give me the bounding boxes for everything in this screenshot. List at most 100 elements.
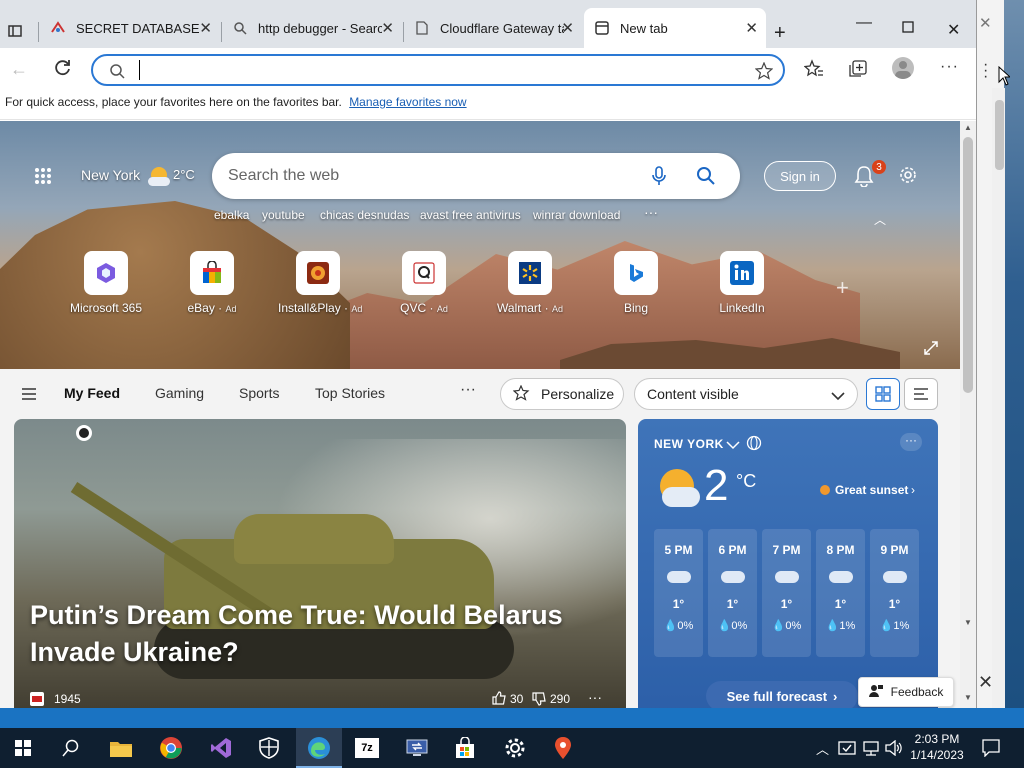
see-full-forecast-button[interactable]: See full forecast › xyxy=(706,681,858,708)
quicklink-microsoft365[interactable]: Microsoft 365 xyxy=(66,251,146,315)
tab-new-tab[interactable]: New tab ✕ xyxy=(584,8,766,48)
manage-favorites-link[interactable]: Manage favorites now xyxy=(349,95,466,109)
trending-search[interactable]: winrar download xyxy=(533,208,620,222)
address-bar[interactable] xyxy=(91,54,785,86)
refresh-icon[interactable] xyxy=(54,59,72,82)
content-visibility-select[interactable]: Content visible xyxy=(634,378,858,410)
notifications-bell-icon[interactable] xyxy=(854,165,874,192)
quicklink-bing[interactable]: Bing xyxy=(596,251,676,315)
maps-pin-icon[interactable] xyxy=(540,728,586,768)
tab-sports[interactable]: Sports xyxy=(239,385,279,401)
weather-location[interactable]: NEW YORK xyxy=(654,437,724,451)
tab-cloudflare[interactable]: Cloudflare Gateway ta ✕ xyxy=(404,8,582,48)
add-favorite-icon[interactable] xyxy=(754,61,774,85)
scroll-up-arrow-icon[interactable]: ▲ xyxy=(964,123,972,132)
quicklink-walmart[interactable]: Walmart · Ad xyxy=(490,251,570,315)
collections-icon[interactable] xyxy=(848,59,868,84)
more-icon[interactable]: ··· xyxy=(983,57,988,85)
scrollbar[interactable] xyxy=(992,88,1005,708)
quicklink-qvc[interactable]: QVC · Ad xyxy=(384,251,464,315)
close-icon[interactable]: ✕ xyxy=(979,14,992,32)
microphone-icon[interactable] xyxy=(652,166,666,191)
grid-view-button[interactable] xyxy=(866,378,900,410)
taskbar-search-button[interactable] xyxy=(48,728,94,768)
web-search-box[interactable]: Search the web xyxy=(212,153,740,199)
scrollbar-thumb[interactable] xyxy=(963,137,973,393)
minimize-icon[interactable]: — xyxy=(856,14,872,32)
maximize-icon[interactable] xyxy=(902,20,914,38)
chrome-icon[interactable] xyxy=(148,728,194,768)
apps-grid-icon[interactable] xyxy=(34,167,52,190)
trending-search[interactable]: avast free antivirus xyxy=(420,208,521,222)
notification-center-icon[interactable] xyxy=(982,739,1000,760)
7zip-icon[interactable]: 7z xyxy=(344,728,390,768)
new-tab-icon[interactable]: + xyxy=(774,22,786,45)
list-view-button[interactable] xyxy=(904,378,938,410)
trending-search[interactable]: youtube xyxy=(262,208,305,222)
close-icon[interactable]: ✕ xyxy=(978,672,993,693)
grid-icon xyxy=(875,386,891,402)
quicklink-installplay[interactable]: Install&Play · Ad xyxy=(278,251,362,315)
menu-icon[interactable] xyxy=(22,387,36,405)
back-icon[interactable]: ← xyxy=(10,59,28,80)
system-clock[interactable]: 2:03 PM 1/14/2023 xyxy=(906,731,968,763)
collapse-chevron-icon[interactable]: ︿ xyxy=(874,211,886,228)
scroll-down-arrow-icon[interactable]: ▼ xyxy=(964,693,972,702)
more-icon[interactable]: ··· xyxy=(940,58,959,76)
news-headline[interactable]: Putin’s Dream Come True: Would Belarus I… xyxy=(30,597,590,671)
quicklink-ebay[interactable]: eBay · Ad xyxy=(172,251,252,315)
trending-search[interactable]: chicas desnudas xyxy=(320,208,409,222)
edge-browser-icon[interactable] xyxy=(296,728,342,768)
file-explorer-icon[interactable] xyxy=(98,728,144,768)
volume-icon[interactable] xyxy=(885,739,903,759)
thumbs-up-icon[interactable] xyxy=(492,691,506,708)
show-hidden-icons-chevron-icon[interactable]: ︿ xyxy=(816,739,829,758)
weather-location[interactable]: New York xyxy=(81,167,140,183)
settings-gear-icon[interactable] xyxy=(492,728,538,768)
close-tab-icon[interactable]: ✕ xyxy=(561,19,574,37)
defender-tray-icon[interactable] xyxy=(838,740,856,759)
personalize-button[interactable]: Personalize xyxy=(500,378,624,410)
weather-card[interactable]: NEW YORK ··· 2 °C Great sunset › 5 PM 1°… xyxy=(638,419,938,708)
tab-secret-database[interactable]: SECRET DATABASE ✕ xyxy=(40,8,220,48)
network-icon[interactable] xyxy=(862,740,880,759)
quicklink-linkedin[interactable]: LinkedIn xyxy=(702,251,782,315)
news-card[interactable]: Putin’s Dream Come True: Would Belarus I… xyxy=(14,419,626,708)
globe-icon[interactable] xyxy=(746,435,762,456)
scroll-down-arrow-icon[interactable]: ▼ xyxy=(964,618,972,627)
close-tab-icon[interactable]: ✕ xyxy=(381,19,394,37)
source-name[interactable]: 1945 xyxy=(54,692,81,706)
weather-note[interactable]: Great sunset xyxy=(835,483,908,497)
raindrop-icon: 💧 xyxy=(663,620,678,632)
microsoft-store-icon[interactable] xyxy=(442,728,488,768)
tab-actions-icon[interactable] xyxy=(8,24,22,43)
settings-gear-icon[interactable] xyxy=(898,165,918,190)
more-options-icon[interactable]: ··· xyxy=(900,433,922,451)
close-tab-icon[interactable]: ✕ xyxy=(745,19,758,37)
more-tabs-icon[interactable]: ··· xyxy=(460,381,476,399)
trending-search[interactable]: ebalka xyxy=(214,208,249,222)
start-button[interactable] xyxy=(0,728,46,768)
sign-in-button[interactable]: Sign in xyxy=(764,161,836,191)
security-shield-icon[interactable] xyxy=(246,728,292,768)
scrollbar-thumb[interactable] xyxy=(995,100,1004,170)
close-tab-icon[interactable]: ✕ xyxy=(199,19,212,37)
search-icon[interactable] xyxy=(696,166,716,191)
page-scrollbar[interactable]: ▲ ▼ ▼ xyxy=(960,121,976,708)
tab-gaming[interactable]: Gaming xyxy=(155,385,204,401)
tab-top-stories[interactable]: Top Stories xyxy=(315,385,385,401)
more-options-icon[interactable]: ··· xyxy=(588,689,602,705)
expand-icon[interactable] xyxy=(924,341,938,360)
tab-my-feed[interactable]: My Feed xyxy=(64,385,120,401)
visual-studio-icon[interactable] xyxy=(198,728,244,768)
chevron-down-icon[interactable] xyxy=(726,437,740,455)
feedback-button[interactable]: Feedback xyxy=(858,677,954,707)
tab-http-debugger[interactable]: http debugger - Search ✕ xyxy=(222,8,402,48)
favorites-icon[interactable] xyxy=(803,59,824,84)
close-window-icon[interactable]: ✕ xyxy=(947,20,960,40)
thumbs-down-icon[interactable] xyxy=(532,692,546,708)
more-trending-icon[interactable]: ··· xyxy=(644,204,658,220)
profile-avatar[interactable] xyxy=(892,57,914,79)
remote-desktop-icon[interactable] xyxy=(394,728,440,768)
add-shortcut-icon[interactable]: + xyxy=(836,275,849,301)
